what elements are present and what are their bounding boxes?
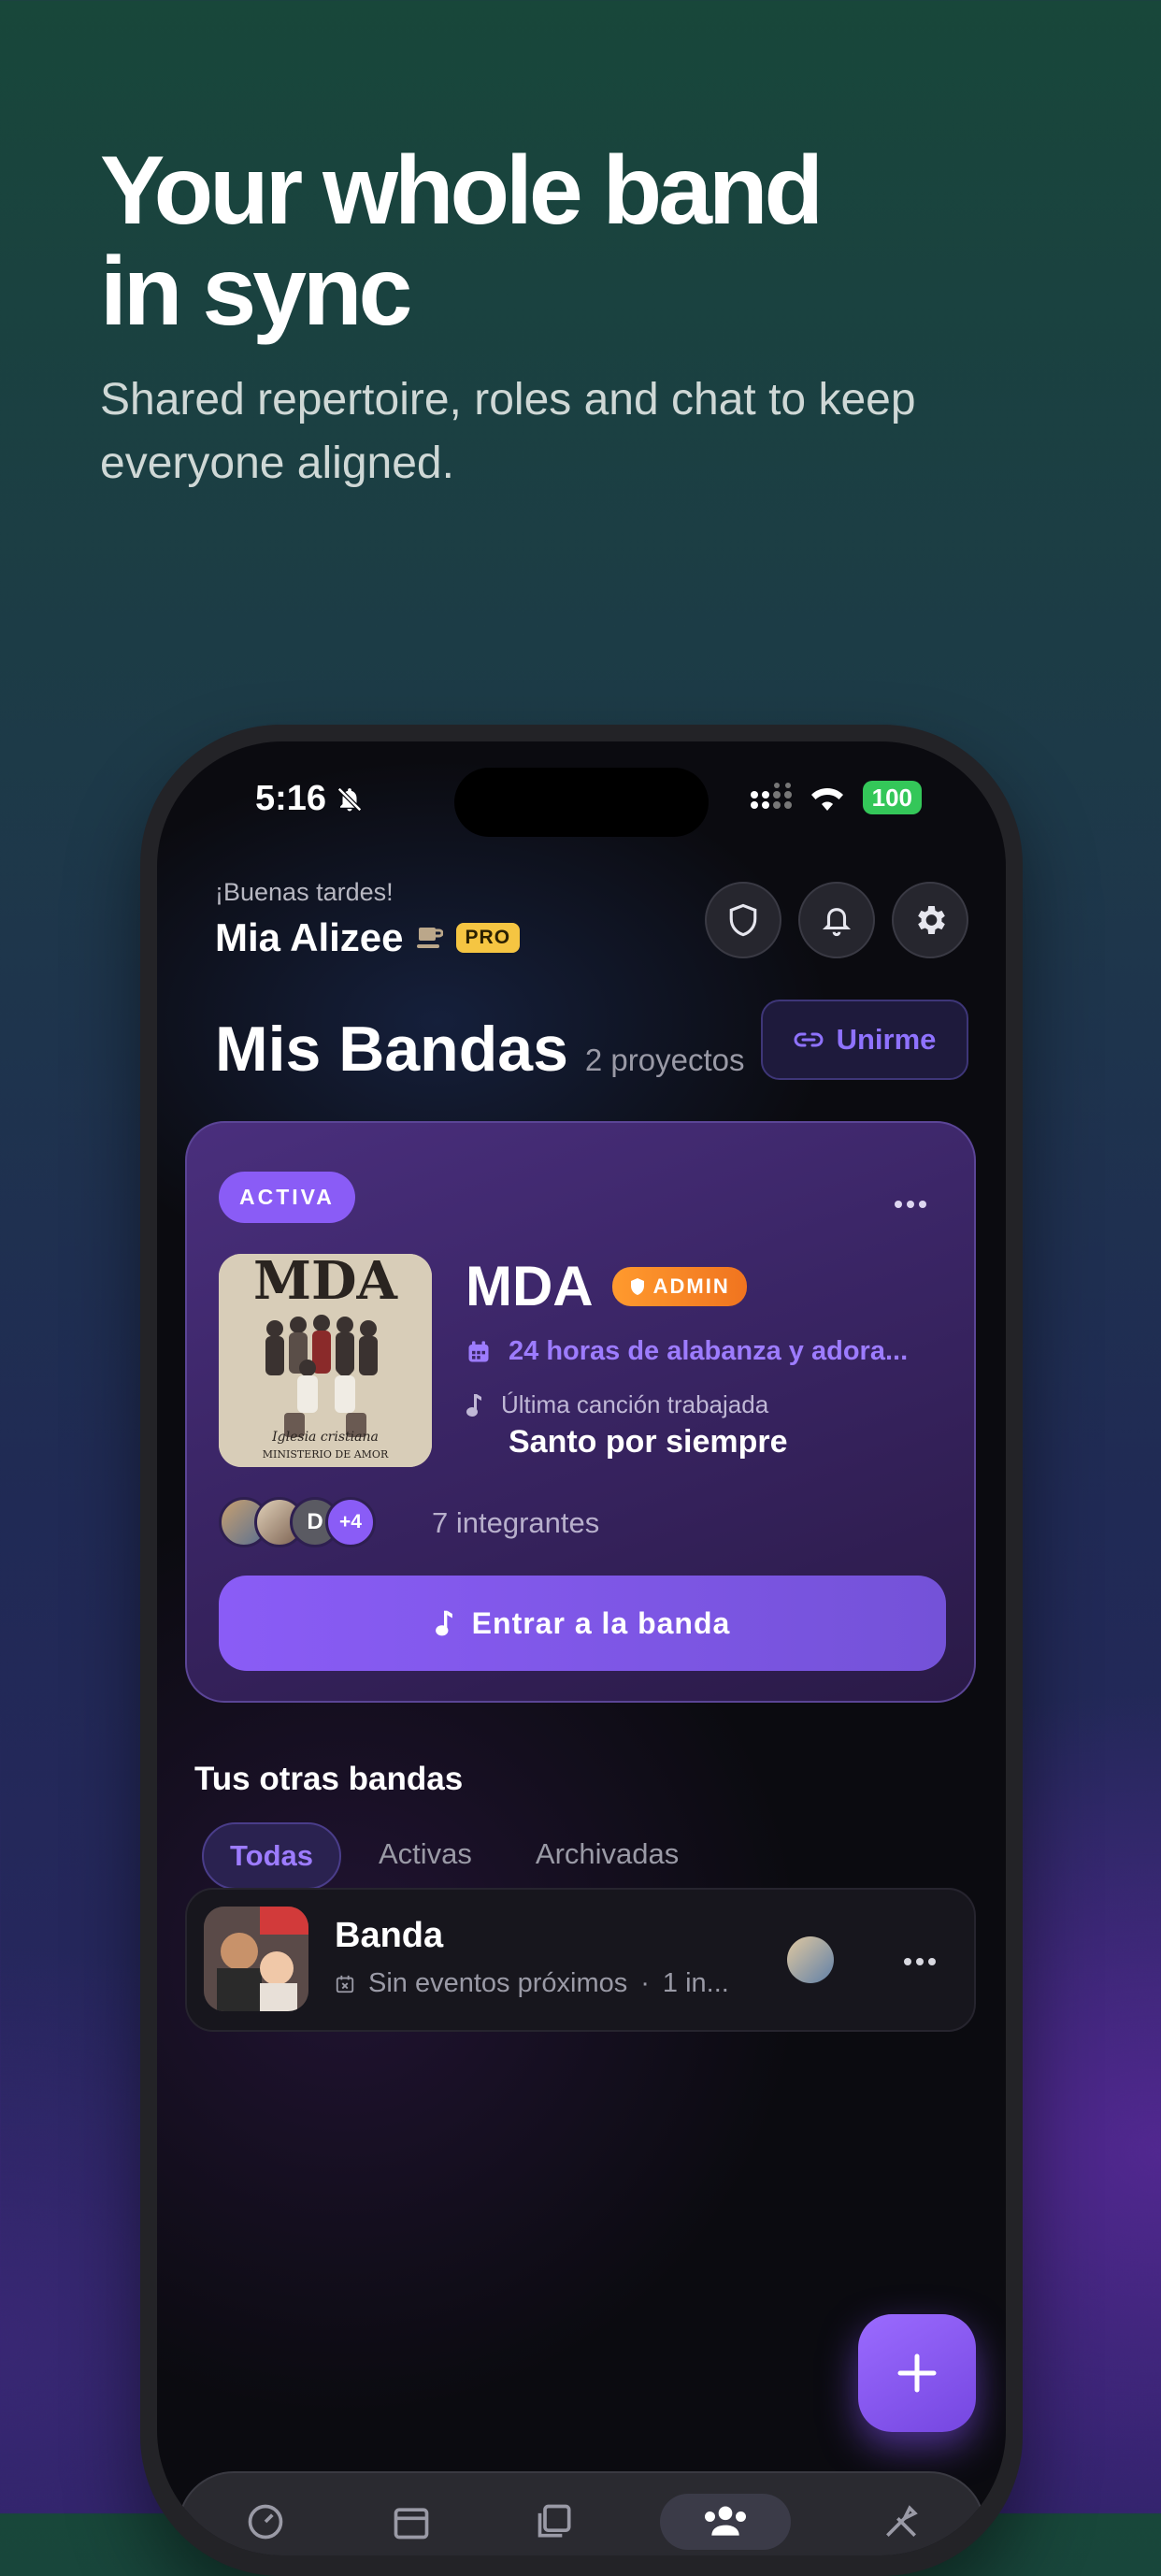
row-more-button[interactable] [903,1938,937,1975]
member-avatars[interactable]: D +4 [219,1497,376,1547]
status-bar-time: 5:16 [255,779,364,819]
cover-line-2: MINISTERIO DE AMOR [263,1448,389,1461]
more-icon [904,1958,936,1965]
marketing-headline: Your whole band in sync [100,137,824,346]
settings-button[interactable] [892,882,968,958]
members-short: 1 in... [662,1968,729,1998]
greeting: ¡Buenas tardes! [215,878,394,906]
next-event[interactable]: 24 horas de alabanza y adora... [466,1336,942,1367]
privacy-button[interactable] [705,882,781,958]
avatar [787,1936,834,1983]
calendar-icon [468,1340,489,1361]
role-label: ADMIN [652,1274,730,1298]
band-name-row: MDA ADMIN [466,1254,747,1318]
cover-logo: MDA [253,1254,399,1312]
band-name: Banda [335,1916,444,1955]
shield-icon [729,903,757,937]
add-band-button[interactable] [858,2314,976,2432]
tools-icon [886,2505,918,2537]
music-note-icon [435,1610,452,1636]
bottom-tab-bar [178,2471,985,2555]
members-count: 7 integrantes [432,1506,600,1539]
header-actions [705,882,968,958]
band-name: MDA [466,1255,594,1317]
band-thumbnail [204,1907,308,2011]
more-icon [895,1201,926,1208]
phone-frame: 5:16 100 ¡Buenas tardes! Mia Alizee PRO … [140,725,1023,2576]
list-item[interactable]: Banda Sin eventos próximos · 1 in... [185,1888,976,2032]
username: Mia Alizee [215,915,404,959]
gauge-icon [248,2504,283,2540]
enter-band-button[interactable]: Entrar a la banda [219,1576,946,1671]
tab-library[interactable] [527,2494,583,2550]
link-icon [794,1032,824,1047]
last-song-title: Santo por siempre [509,1424,788,1460]
calendar-x-icon [336,1975,354,1993]
battery-indicator: 100 [862,781,922,814]
avatar-more: +4 [325,1497,376,1547]
tab-calendar[interactable] [383,2494,439,2550]
card-more-button[interactable] [894,1181,927,1217]
tab-dashboard[interactable] [237,2494,294,2550]
band-subtitle: Sin eventos próximos · 1 in... [335,1968,729,1999]
last-song-caption: Última canción trabajada [466,1390,768,1419]
bell-slash-icon [337,786,363,812]
tab-todas[interactable]: Todas [202,1822,341,1890]
enter-band-label: Entrar a la banda [471,1605,731,1640]
shield-star-icon [630,1277,644,1295]
filter-tabs: Todas Activas Archivadas [202,1822,705,1890]
status-badge: ACTIVA [219,1172,355,1223]
cover-line-1: Iglesia cristiana [271,1430,379,1445]
marketing-header: Your whole band in sync Shared repertoir… [100,140,1082,496]
people-icon [705,2506,746,2536]
user-name-row: Mia Alizee PRO [215,915,521,960]
last-song-label: Última canción trabajada [501,1390,769,1418]
plus-icon [897,2353,937,2393]
gear-icon [918,906,945,934]
app-screen: 5:16 100 ¡Buenas tardes! Mia Alizee PRO … [157,741,1006,2555]
section-title-row: Mis Bandas 2 proyectos [215,1013,744,1086]
status-bar-right: 100 [749,781,922,814]
other-bands-title: Tus otras bandas [194,1761,464,1797]
event-status: Sin eventos próximos [368,1968,628,1998]
notifications-button[interactable] [798,882,875,958]
coffee-icon [416,928,443,948]
pro-badge: PRO [455,923,521,953]
band-cover-image: MDA Iglesia cristiana MINISTERIO DE AMOR [219,1254,432,1467]
library-icon [538,2504,571,2538]
dynamic-island [454,768,709,837]
join-band-button[interactable]: Unirme [761,1000,968,1080]
calendar-icon [394,2508,429,2540]
signal-icon [750,783,792,809]
role-badge: ADMIN [611,1266,747,1306]
wifi-icon [810,788,843,811]
marketing-subheadline: Shared repertoire, roles and chat to kee… [100,375,916,488]
featured-band-card[interactable]: ACTIVA MDA Iglesia cristiana MINISTERIO … [185,1121,976,1703]
join-band-label: Unirme [836,1023,937,1056]
separator: · [640,1968,650,1998]
project-count: 2 proyectos [584,1043,745,1077]
tab-activas[interactable]: Activas [352,1822,498,1890]
time-label: 5:16 [255,779,327,818]
tab-bands[interactable] [660,2494,791,2550]
music-note-icon [466,1393,481,1417]
tab-archivadas[interactable]: Archivadas [509,1822,705,1890]
event-title: 24 horas de alabanza y adora... [509,1336,909,1366]
bell-icon [822,908,852,937]
page-title: Mis Bandas [215,1014,568,1085]
tab-tools[interactable] [873,2494,929,2550]
